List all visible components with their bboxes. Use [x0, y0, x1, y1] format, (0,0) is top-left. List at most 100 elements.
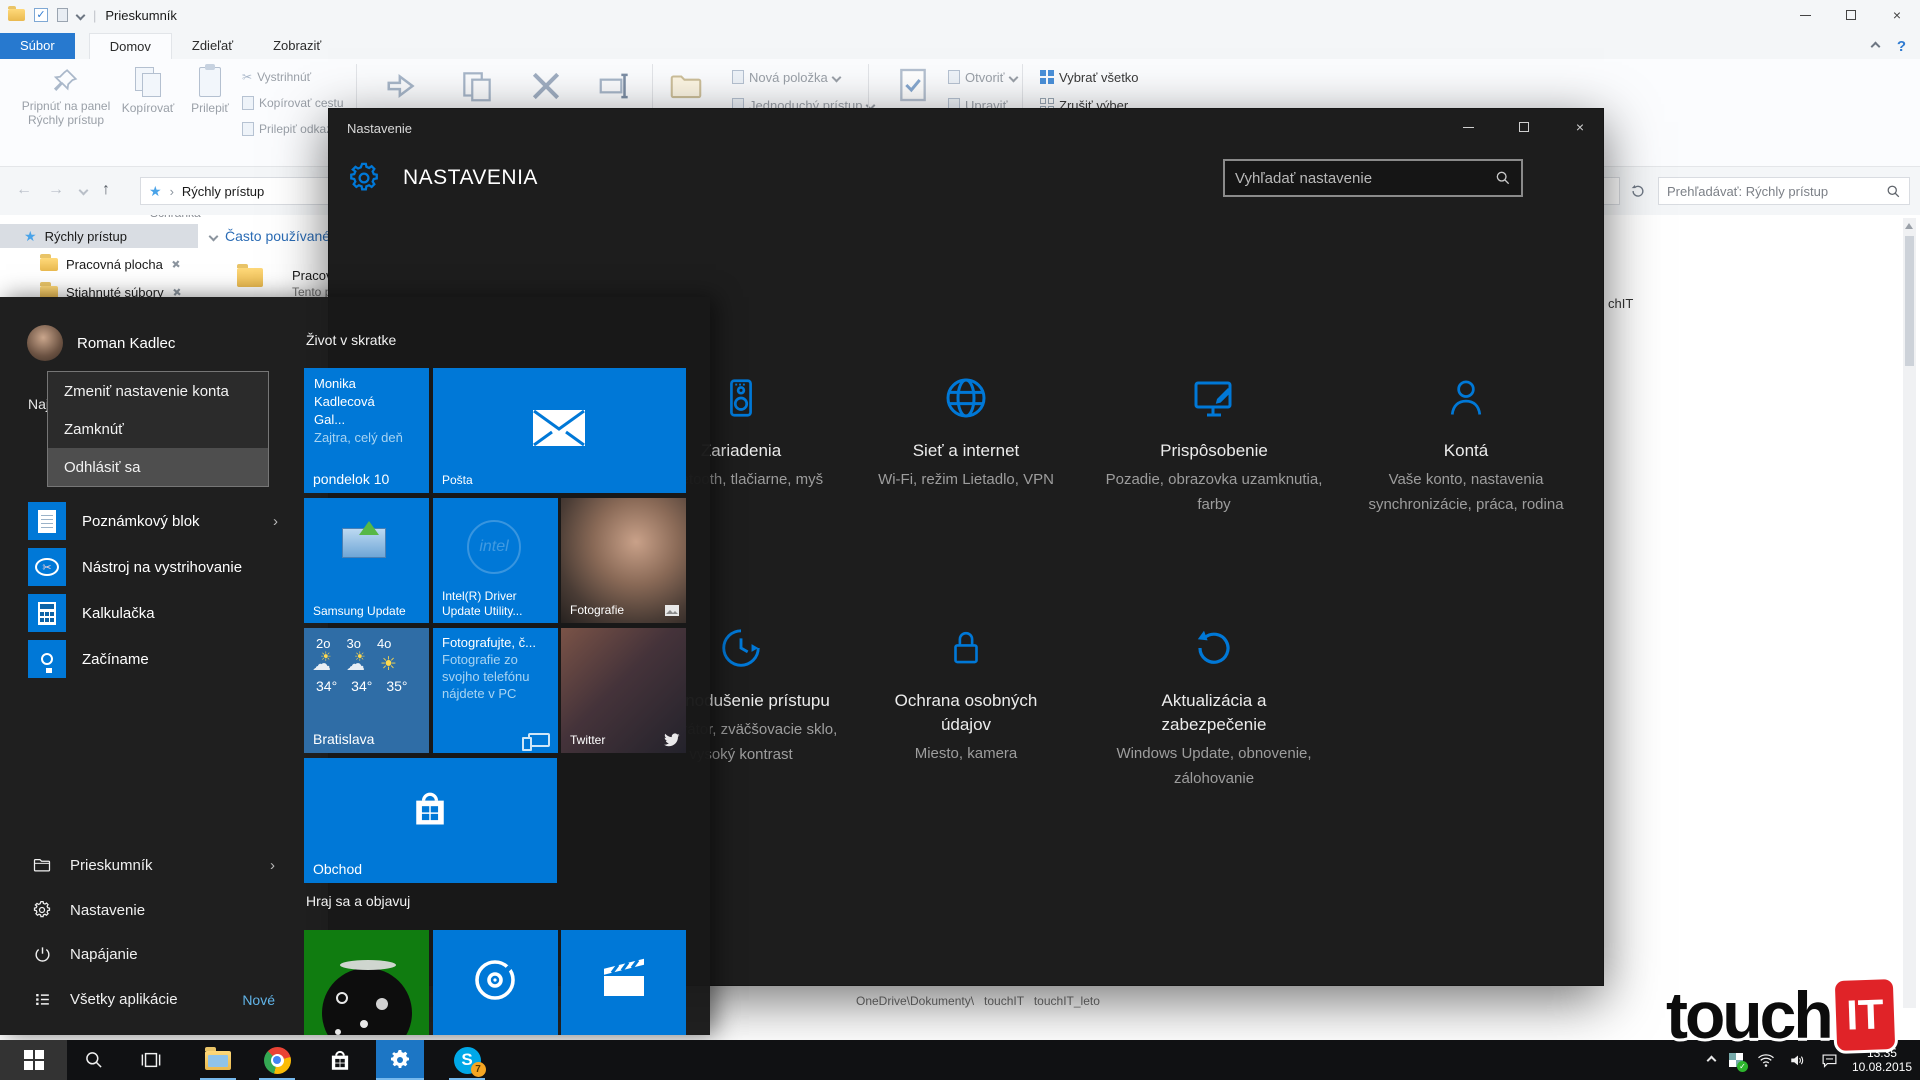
- help-icon[interactable]: ?: [1897, 38, 1906, 55]
- new-folder-quick-icon[interactable]: [57, 8, 68, 22]
- paste-button[interactable]: Prilepiť: [182, 67, 238, 115]
- open-button[interactable]: Otvoriť: [948, 67, 1017, 87]
- start-item-all-apps[interactable]: Všetky aplikácie Nové: [30, 990, 275, 1009]
- properties-icon[interactable]: [893, 65, 933, 105]
- tile-groove-music[interactable]: [433, 930, 558, 1035]
- start-app-notepad[interactable]: Poznámkový blok ›: [28, 502, 278, 540]
- copy-to-icon[interactable]: [458, 67, 496, 105]
- expand-arrow-icon[interactable]: ›: [273, 513, 278, 530]
- tab-zdielat[interactable]: Zdieľať: [172, 33, 253, 59]
- menu-item-lock[interactable]: Zamknúť: [48, 410, 268, 448]
- skype-icon: S 7: [454, 1047, 481, 1074]
- sidebar-item-quick-access[interactable]: ★ Rýchly prístup: [0, 224, 198, 248]
- menu-item-change-account-settings[interactable]: Zmeniť nastavenie konta: [48, 372, 268, 410]
- sync-status-icon[interactable]: [1729, 1053, 1743, 1067]
- maximize-button[interactable]: [1509, 117, 1539, 137]
- pin-to-quick-access-button[interactable]: Pripnúť na panel Rýchly prístup: [14, 65, 118, 127]
- new-item-button[interactable]: Nová položka: [732, 67, 840, 87]
- scissors-icon: ✂: [242, 70, 252, 84]
- settings-category-privacy[interactable]: Ochrana osobných údajov Miesto, kamera: [851, 621, 1081, 766]
- tab-subor[interactable]: Súbor: [0, 33, 75, 59]
- minimize-button[interactable]: [1453, 117, 1483, 137]
- tile-calendar[interactable]: Monika Kadlecová Gal... Zajtra, celý deň…: [304, 368, 429, 493]
- paste-shortcut-button[interactable]: Prilepiť odkaz: [242, 119, 332, 139]
- tile-weather[interactable]: 2o 3o 4o ☀☁ ☀☁ ☀ 34° 34° 35° Bratislava: [304, 628, 429, 753]
- settings-category-update[interactable]: Aktualizácia a zabezpečenie Windows Upda…: [1099, 621, 1329, 791]
- scrollbar[interactable]: [1903, 218, 1916, 1008]
- sidebar-item-desktop[interactable]: Pracovná plocha ✚: [0, 252, 180, 276]
- select-all-button[interactable]: Vybrať všetko: [1040, 67, 1139, 87]
- clock-date: 10.08.2015: [1852, 1060, 1912, 1074]
- personalization-icon: [1190, 373, 1238, 423]
- tile-label: Intel(R) Driver Update Utility...: [442, 589, 554, 619]
- scrollbar-thumb[interactable]: [1905, 236, 1914, 366]
- delete-icon[interactable]: [526, 66, 566, 106]
- tile-xbox[interactable]: [304, 930, 429, 1035]
- explorer-search-input[interactable]: [1659, 184, 1886, 199]
- start-button[interactable]: [0, 1040, 67, 1080]
- copy-button[interactable]: Kopírovať: [116, 67, 180, 115]
- start-item-settings[interactable]: Nastavenie: [30, 900, 275, 920]
- tile-label: Fotografie: [570, 603, 624, 617]
- tile-intel-driver[interactable]: intel Intel(R) Driver Update Utility...: [433, 498, 558, 623]
- settings-category-network[interactable]: Sieť a internet Wi-Fi, režim Lietadlo, V…: [851, 371, 1081, 492]
- properties-quick-icon[interactable]: ✓: [34, 8, 48, 22]
- minimize-button[interactable]: [1782, 0, 1828, 30]
- tile-store[interactable]: Obchod: [304, 758, 557, 883]
- search-icon[interactable]: [1495, 170, 1511, 186]
- taskbar-search-button[interactable]: [70, 1040, 118, 1080]
- settings-search-input[interactable]: [1225, 170, 1495, 187]
- start-app-get-started[interactable]: Začíname: [28, 640, 278, 678]
- tile-photos[interactable]: Fotografie: [561, 498, 686, 623]
- settings-search[interactable]: [1223, 159, 1523, 197]
- account-button[interactable]: Roman Kadlec: [27, 325, 175, 361]
- folder-name-fragment: chIT: [1608, 296, 1633, 311]
- scroll-up-icon[interactable]: [1905, 223, 1913, 229]
- forward-icon[interactable]: →: [48, 181, 64, 199]
- task-view-button[interactable]: [127, 1040, 175, 1080]
- new-folder-icon[interactable]: [666, 67, 706, 105]
- refresh-icon[interactable]: [1630, 183, 1646, 199]
- taskbar-skype-button[interactable]: S 7: [443, 1040, 491, 1080]
- taskbar-chrome-button[interactable]: [253, 1040, 301, 1080]
- start-app-calculator[interactable]: Kalkulačka: [28, 594, 278, 632]
- start-app-snipping-tool[interactable]: ✂ Nástroj na vystrihovanie: [28, 548, 278, 586]
- tile-photos-promo[interactable]: Fotografujte, č... Fotografie zo svojho …: [433, 628, 558, 753]
- recent-locations-icon[interactable]: [79, 186, 89, 196]
- notepad-icon: [28, 502, 66, 540]
- search-icon[interactable]: [1886, 184, 1901, 199]
- maximize-button[interactable]: [1828, 0, 1874, 30]
- taskbar-settings-button[interactable]: [376, 1040, 424, 1080]
- move-to-icon[interactable]: [384, 67, 422, 105]
- breadcrumb[interactable]: Rýchly prístup: [182, 184, 264, 199]
- settings-category-personalization[interactable]: Prispôsobenie Pozadie, obrazovka uzamknu…: [1099, 371, 1329, 517]
- back-icon[interactable]: ←: [16, 181, 32, 199]
- tray-expand-icon[interactable]: [1706, 1055, 1716, 1065]
- tile-mail[interactable]: Pošta: [433, 368, 686, 493]
- collapse-ribbon-icon[interactable]: [1870, 42, 1880, 52]
- tab-domov[interactable]: Domov: [89, 33, 172, 59]
- settings-category-accounts[interactable]: Kontá Vaše konto, nastavenia synchronizá…: [1351, 371, 1581, 517]
- tile-film-tv[interactable]: [561, 930, 686, 1035]
- all-apps-icon: [30, 990, 54, 1009]
- up-icon[interactable]: ↑: [102, 181, 110, 199]
- cut-button[interactable]: ✂ Vystrihnúť: [242, 67, 311, 87]
- start-item-power[interactable]: Napájanie: [30, 945, 275, 964]
- explorer-search[interactable]: [1658, 177, 1910, 205]
- customize-toolbar-icon[interactable]: [76, 10, 86, 20]
- menu-item-sign-out[interactable]: Odhlásiť sa: [48, 448, 268, 486]
- category-name: Kontá: [1351, 439, 1581, 463]
- close-button[interactable]: ×: [1874, 0, 1920, 30]
- rename-icon[interactable]: [596, 67, 634, 105]
- taskbar-explorer-button[interactable]: [194, 1040, 242, 1080]
- taskbar-store-button[interactable]: [316, 1040, 364, 1080]
- expand-arrow-icon[interactable]: ›: [270, 857, 275, 874]
- new-item-label: Nová položka: [749, 70, 828, 85]
- tab-zobrazit[interactable]: Zobraziť: [253, 33, 341, 59]
- snipping-tool-icon: ✂: [28, 548, 66, 586]
- tile-samsung-update[interactable]: Samsung Update: [304, 498, 429, 623]
- start-item-explorer[interactable]: Prieskumník ›: [30, 855, 275, 875]
- tile-twitter[interactable]: Twitter: [561, 628, 686, 753]
- collapse-group-icon[interactable]: [209, 231, 219, 241]
- close-button[interactable]: ×: [1565, 117, 1595, 137]
